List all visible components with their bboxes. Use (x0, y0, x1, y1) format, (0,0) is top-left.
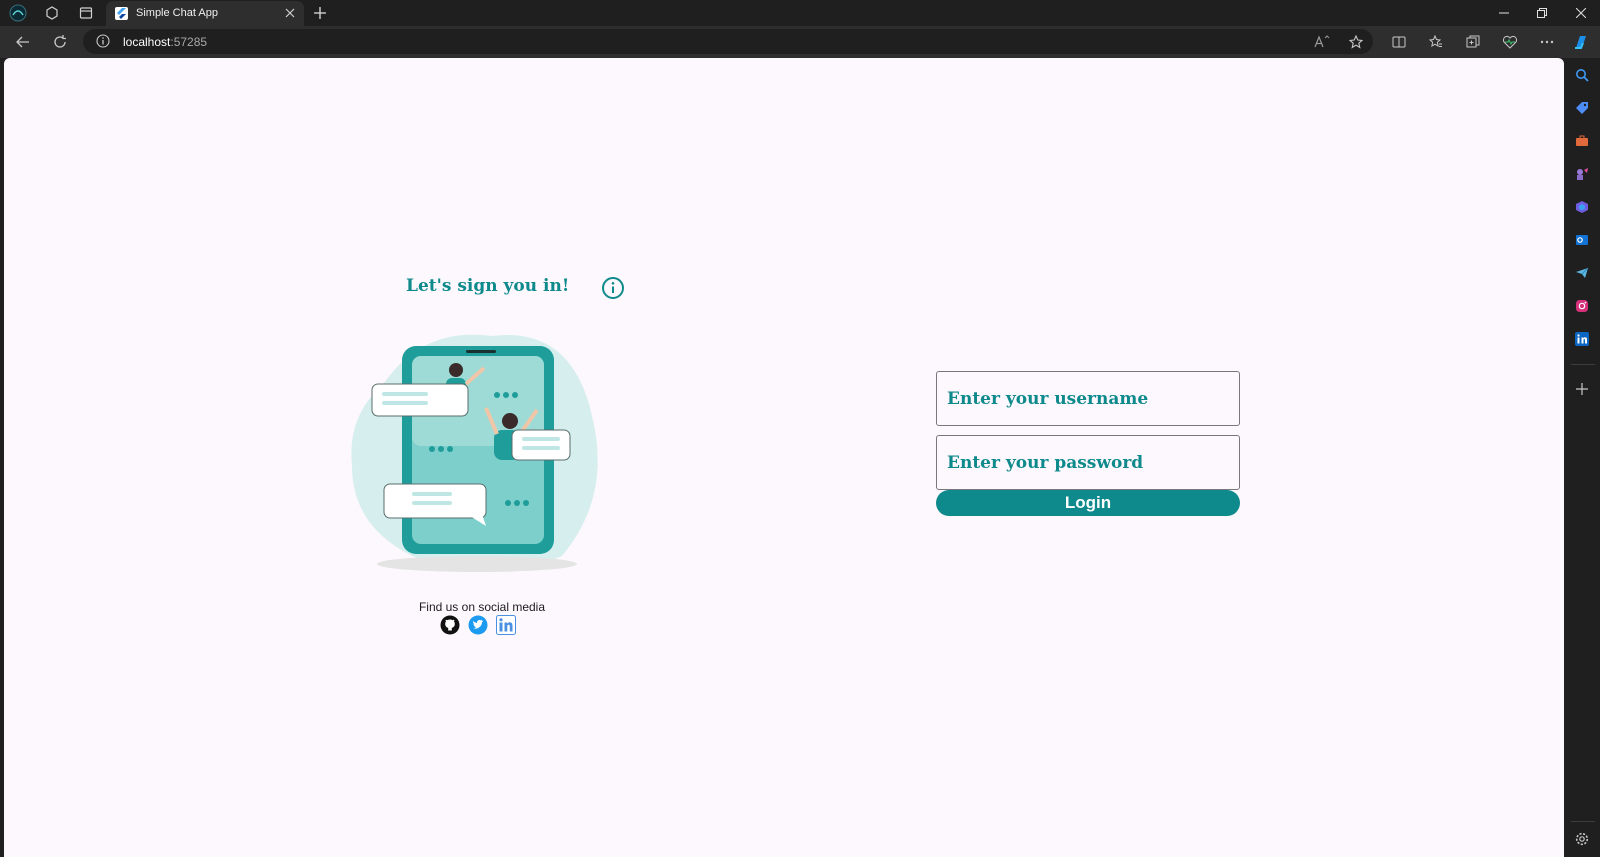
split-screen-icon[interactable] (1386, 31, 1412, 53)
info-icon[interactable] (601, 276, 625, 300)
profile-avatar[interactable] (6, 3, 30, 23)
password-input[interactable] (937, 436, 1239, 489)
outlook-icon[interactable] (1573, 231, 1591, 249)
workspaces-icon[interactable] (40, 3, 64, 23)
browser-toolbar: localhost:57285 (0, 26, 1600, 58)
read-aloud-icon[interactable] (1311, 31, 1333, 53)
microsoft-365-icon[interactable] (1573, 198, 1591, 216)
close-window-icon[interactable] (1562, 0, 1600, 26)
minimize-icon[interactable] (1485, 0, 1523, 26)
new-tab-icon[interactable] (310, 3, 330, 23)
instagram-icon[interactable] (1573, 297, 1591, 315)
browser-essentials-icon[interactable] (1497, 31, 1523, 53)
site-info-icon[interactable] (95, 33, 111, 49)
games-icon[interactable] (1573, 165, 1591, 183)
chat-illustration (351, 334, 598, 572)
tab-simple-chat-app[interactable]: Simple Chat App (106, 1, 304, 26)
sidebar-divider-bottom (1571, 821, 1595, 822)
add-sidebar-app-icon[interactable] (1573, 380, 1591, 398)
address-bar[interactable]: localhost:57285 (83, 29, 1373, 54)
username-field[interactable] (936, 371, 1240, 426)
linkedin-icon[interactable] (495, 614, 517, 636)
sidebar-divider (1571, 364, 1595, 365)
collections-icon[interactable] (1460, 31, 1486, 53)
page-title: Let's sign you in! (406, 276, 570, 296)
address-host: localhost (123, 35, 171, 49)
username-input[interactable] (937, 372, 1239, 425)
edge-sidebar (1565, 58, 1600, 857)
favorites-icon[interactable] (1423, 31, 1449, 53)
address-url[interactable]: localhost:57285 (123, 35, 207, 49)
tab-actions-icon[interactable] (74, 3, 98, 23)
twitter-icon[interactable] (467, 614, 489, 636)
address-port: :57285 (170, 35, 208, 49)
refresh-icon[interactable] (47, 31, 73, 53)
back-icon[interactable] (10, 31, 36, 53)
github-icon[interactable] (439, 614, 461, 636)
flutter-favicon-icon (115, 7, 128, 20)
login-button[interactable]: Login (936, 490, 1240, 516)
linkedin-sidebar-icon[interactable] (1573, 330, 1591, 348)
restore-icon[interactable] (1523, 0, 1561, 26)
close-tab-icon[interactable] (282, 5, 298, 21)
tab-bar: Simple Chat App (0, 0, 1600, 26)
search-icon[interactable] (1573, 66, 1591, 84)
telegram-icon[interactable] (1573, 264, 1591, 282)
password-field[interactable] (936, 435, 1240, 490)
web-page: Let's sign you in! Find us on social med… (4, 58, 1564, 857)
shopping-tag-icon[interactable] (1573, 99, 1591, 117)
tools-icon[interactable] (1573, 132, 1591, 150)
more-menu-icon[interactable] (1534, 31, 1560, 53)
tab-title: Simple Chat App (136, 7, 218, 19)
sidebar-settings-icon[interactable] (1573, 830, 1591, 848)
social-media-label: Find us on social media (418, 600, 546, 614)
copilot-icon[interactable] (1568, 31, 1594, 53)
favorite-star-icon[interactable] (1345, 31, 1367, 53)
